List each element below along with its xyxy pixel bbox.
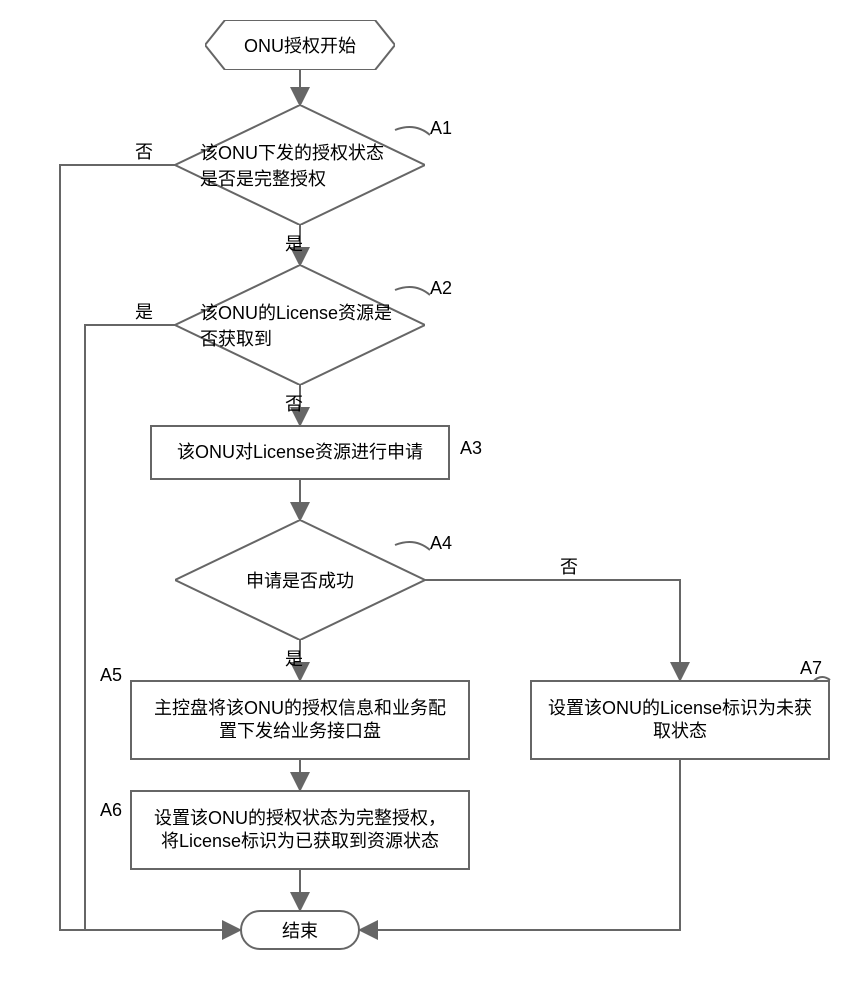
decision-a2: 该ONU的License资源是否获取到: [175, 265, 425, 385]
decision-a4-label: 申请是否成功: [175, 520, 425, 640]
start-node: ONU授权开始: [205, 20, 395, 70]
tag-a4: A4: [430, 533, 452, 554]
process-a5-label: 主控盘将该ONU的授权信息和业务配置下发给业务接口盘: [146, 697, 454, 744]
process-a3: 该ONU对License资源进行申请: [150, 425, 450, 480]
end-node: 结束: [240, 910, 360, 950]
process-a5: 主控盘将该ONU的授权信息和业务配置下发给业务接口盘: [130, 680, 470, 760]
process-a6: 设置该ONU的授权状态为完整授权，将License标识为已获取到资源状态: [130, 790, 470, 870]
tag-a7: A7: [800, 658, 822, 679]
edge-a1-yes: 是: [285, 230, 303, 256]
decision-a1: 该ONU下发的授权状态是否是完整授权: [175, 105, 425, 225]
edge-a2-no: 否: [285, 390, 303, 416]
decision-a1-label: 该ONU下发的授权状态是否是完整授权: [175, 105, 425, 225]
decision-a4: 申请是否成功: [175, 520, 425, 640]
flowchart-canvas: ONU授权开始 该ONU下发的授权状态是否是完整授权 A1 是 否 该ONU的L…: [0, 0, 863, 1000]
tag-a6: A6: [100, 800, 122, 821]
edge-a4-no: 否: [560, 553, 578, 579]
tag-a5: A5: [100, 665, 122, 686]
process-a6-label: 设置该ONU的授权状态为完整授权，将License标识为已获取到资源状态: [146, 807, 454, 854]
decision-a2-label: 该ONU的License资源是否获取到: [175, 265, 425, 385]
edge-a4-yes: 是: [285, 645, 303, 671]
process-a7: 设置该ONU的License标识为未获取状态: [530, 680, 830, 760]
end-label: 结束: [240, 910, 360, 950]
edge-a1-no: 否: [135, 138, 153, 164]
process-a7-label: 设置该ONU的License标识为未获取状态: [546, 697, 814, 744]
start-label: ONU授权开始: [205, 20, 395, 70]
edge-a2-yes: 是: [135, 298, 153, 324]
tag-a1: A1: [430, 118, 452, 139]
tag-a3: A3: [460, 438, 482, 459]
process-a3-label: 该ONU对License资源进行申请: [177, 441, 423, 464]
tag-a2: A2: [430, 278, 452, 299]
